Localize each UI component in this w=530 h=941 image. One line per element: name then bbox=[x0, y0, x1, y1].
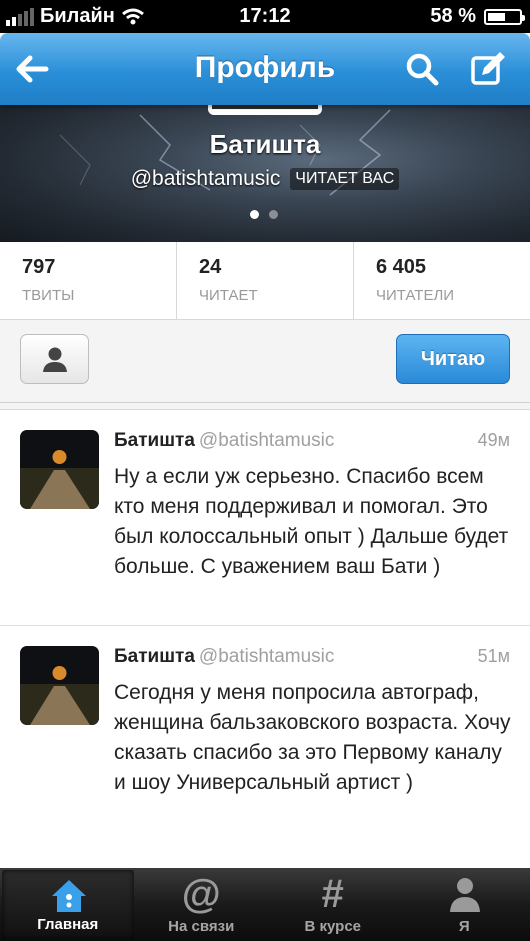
tab-label: Я bbox=[458, 918, 470, 935]
hash-icon: # bbox=[321, 872, 344, 916]
following-button[interactable]: Читаю bbox=[396, 334, 510, 384]
tweet-author: Батишта bbox=[114, 646, 195, 667]
profile-header[interactable]: Батишта @batishtamusic ЧИТАЕТ ВАС bbox=[0, 105, 530, 242]
tweet-time: 49м bbox=[477, 430, 510, 450]
tweet-avatar[interactable] bbox=[20, 646, 99, 725]
tweet-avatar[interactable] bbox=[20, 430, 99, 509]
person-icon bbox=[449, 878, 480, 912]
user-actions-button[interactable] bbox=[20, 334, 89, 384]
stat-value: 6 405 bbox=[376, 256, 427, 278]
tweet-username: @batishtamusic bbox=[198, 646, 335, 667]
at-icon: @ bbox=[181, 872, 221, 916]
follows-you-badge: ЧИТАЕТ ВАС bbox=[290, 168, 400, 190]
tweet-time: 51м bbox=[477, 646, 510, 666]
tab-home[interactable]: Главная bbox=[2, 870, 134, 939]
profile-name: Батишта bbox=[209, 129, 321, 159]
tweet-author: Батишта bbox=[114, 430, 195, 451]
battery-percent: 58 % bbox=[430, 5, 476, 27]
tweet-text: Ну а если уж серьезно. Спасибо всем кто … bbox=[114, 465, 509, 578]
profile-stats: 797 ТВИТЫ 24 ЧИТАЕТ 6 405 ЧИТАТЕЛИ bbox=[0, 242, 530, 320]
tab-label: Главная bbox=[37, 916, 99, 933]
stat-followers[interactable]: 6 405 ЧИТАТЕЛИ bbox=[354, 242, 530, 319]
stat-label: ТВИТЫ bbox=[22, 287, 75, 304]
person-icon bbox=[43, 347, 67, 372]
tab-label: В курсе bbox=[304, 918, 362, 935]
battery-icon bbox=[484, 8, 525, 25]
stat-label: ЧИТАТЕЛИ bbox=[376, 287, 455, 304]
search-icon[interactable] bbox=[402, 49, 442, 89]
profile-avatar[interactable] bbox=[208, 105, 322, 115]
home-icon bbox=[52, 880, 86, 912]
tweet-item[interactable]: Батишта @batishtamusic 51м Сегодня у меня… bbox=[0, 626, 530, 869]
page-dot bbox=[269, 210, 278, 219]
tab-bar: Главная @ На связи # В курсе Я bbox=[0, 868, 530, 941]
tab-me[interactable]: Я bbox=[399, 868, 530, 941]
status-bar: Билайн 17:12 58 % bbox=[0, 0, 530, 33]
page-title: Профиль bbox=[194, 51, 336, 84]
compose-icon[interactable] bbox=[468, 49, 508, 89]
tab-connect[interactable]: @ На связи bbox=[136, 868, 268, 941]
profile-handle: @batishtamusic bbox=[130, 167, 281, 190]
tweet-text: Сегодня у меня попросила автограф, женщи… bbox=[114, 681, 511, 794]
page-indicator[interactable] bbox=[250, 210, 278, 219]
tweet-username: @batishtamusic bbox=[198, 430, 335, 451]
profile-actions: Читаю bbox=[0, 320, 530, 403]
stat-tweets[interactable]: 797 ТВИТЫ bbox=[0, 242, 177, 319]
stat-value: 797 bbox=[22, 256, 56, 278]
stat-following[interactable]: 24 ЧИТАЕТ bbox=[177, 242, 354, 319]
tab-discover[interactable]: # В курсе bbox=[267, 868, 399, 941]
divider bbox=[0, 403, 530, 410]
navigation-bar: Профиль bbox=[0, 33, 530, 105]
stat-label: ЧИТАЕТ bbox=[199, 287, 258, 304]
page-dot bbox=[250, 210, 259, 219]
stat-value: 24 bbox=[199, 256, 222, 278]
tweet-item[interactable]: Батишта @batishtamusic 49м Ну а если уж с… bbox=[0, 410, 530, 626]
tab-label: На связи bbox=[168, 918, 235, 935]
